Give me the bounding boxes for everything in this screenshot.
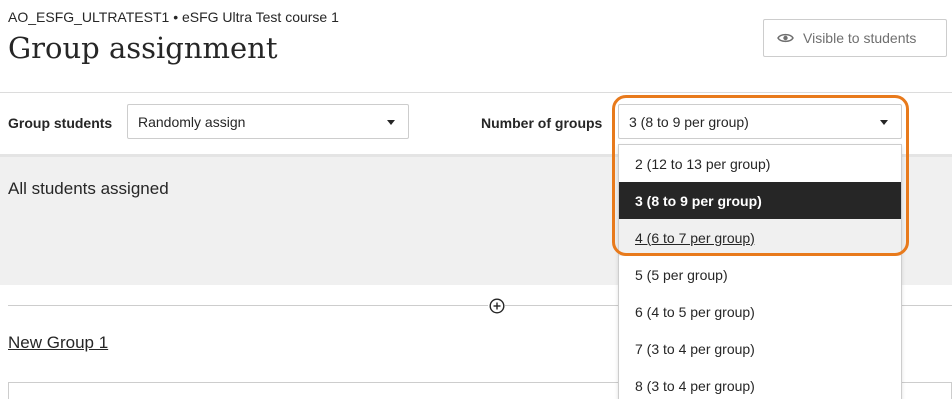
- dropdown-option-selected[interactable]: 3 (8 to 9 per group): [619, 182, 901, 219]
- visibility-button[interactable]: Visible to students: [763, 19, 947, 57]
- header-divider: [0, 92, 952, 93]
- add-group-button[interactable]: [488, 297, 505, 314]
- caret-down-icon: [880, 120, 888, 125]
- caret-down-icon: [387, 120, 395, 125]
- assignment-status-heading: All students assigned: [8, 179, 169, 198]
- group-students-label: Group students: [8, 115, 113, 131]
- number-of-groups-label: Number of groups: [481, 115, 603, 131]
- page-title: Group assignment: [8, 31, 278, 65]
- dropdown-option[interactable]: 7 (3 to 4 per group): [619, 330, 901, 367]
- group-name-link[interactable]: New Group 1: [8, 333, 108, 353]
- visibility-label: Visible to students: [803, 30, 917, 46]
- plus-circle-icon: [488, 297, 505, 314]
- dropdown-option[interactable]: 5 (5 per group): [619, 256, 901, 293]
- number-of-groups-value: 3 (8 to 9 per group): [629, 113, 749, 130]
- number-of-groups-dropdown: 2 (12 to 13 per group) 3 (8 to 9 per gro…: [618, 144, 902, 399]
- dropdown-option[interactable]: 2 (12 to 13 per group): [619, 145, 901, 182]
- number-of-groups-select[interactable]: 3 (8 to 9 per group): [618, 104, 902, 139]
- group-students-value: Randomly assign: [138, 113, 246, 130]
- breadcrumb: AO_ESFG_ULTRATEST1 • eSFG Ultra Test cou…: [8, 9, 339, 25]
- eye-icon: [777, 33, 794, 43]
- dropdown-option-hovered[interactable]: 4 (6 to 7 per group): [619, 219, 901, 256]
- group-students-select[interactable]: Randomly assign: [127, 104, 409, 139]
- dropdown-option[interactable]: 8 (3 to 4 per group): [619, 367, 901, 399]
- dropdown-option[interactable]: 6 (4 to 5 per group): [619, 293, 901, 330]
